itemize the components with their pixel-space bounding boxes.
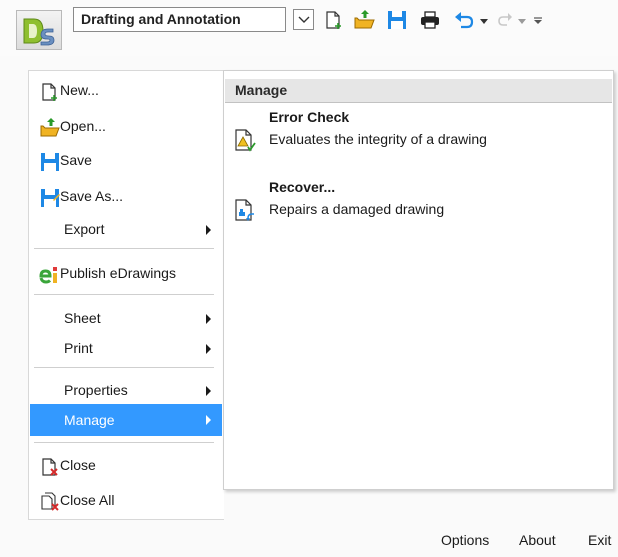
menu-label: Save — [60, 152, 92, 168]
new-document-icon — [326, 11, 341, 29]
customize-toolbar-icon — [534, 17, 542, 24]
menu-label: Properties — [64, 382, 128, 398]
workspace-dropdown[interactable]: Drafting and Annotation — [73, 7, 286, 32]
flyout-item-description: Evaluates the integrity of a drawing — [269, 131, 487, 147]
flyout-title: Manage — [235, 82, 288, 98]
chevron-down-icon — [298, 16, 310, 23]
menu-label: Sheet — [64, 310, 101, 326]
menu-item-open[interactable]: Open... — [30, 112, 222, 142]
menu-label: Print — [64, 340, 93, 356]
error-check-icon — [234, 129, 256, 153]
close-all-icon — [40, 492, 60, 512]
flyout-item-title: Recover... — [269, 179, 336, 195]
exit-button[interactable]: Exit — [588, 532, 611, 548]
flyout-item-error-check[interactable]: Error Check Evaluates the integrity of a… — [230, 109, 600, 163]
menu-label: Manage — [64, 412, 115, 428]
menu-item-close-all[interactable]: Close All — [30, 486, 222, 516]
caret-down-icon — [480, 19, 488, 24]
save-icon — [40, 152, 60, 172]
menu-label: New... — [60, 82, 99, 98]
menu-label: Export — [64, 221, 105, 237]
menu-item-manage[interactable]: Manage — [30, 404, 222, 436]
menu-item-save[interactable]: Save — [30, 146, 222, 176]
menu-item-new[interactable]: New... — [30, 76, 222, 106]
menu-separator — [34, 442, 214, 443]
qa-save-button[interactable] — [386, 9, 408, 31]
menu-label: Publish eDrawings — [60, 265, 176, 281]
redo-icon — [498, 13, 512, 26]
manage-flyout-panel: Manage Error Check Evaluates the integri… — [223, 70, 614, 490]
app-logo-icon — [23, 18, 55, 46]
undo-icon — [455, 12, 474, 29]
save-as-icon — [40, 188, 60, 208]
flyout-header: Manage — [225, 79, 612, 103]
menu-label: Open... — [60, 118, 106, 134]
about-button[interactable]: About — [519, 532, 556, 548]
submenu-arrow-icon — [206, 225, 211, 235]
menu-separator — [34, 367, 214, 368]
print-icon — [421, 11, 439, 29]
flyout-item-description: Repairs a damaged drawing — [269, 201, 445, 217]
menu-item-export[interactable]: Export — [30, 215, 222, 245]
submenu-arrow-icon — [206, 344, 211, 354]
app-menu-button[interactable] — [16, 10, 62, 50]
options-button[interactable]: Options — [441, 532, 489, 548]
flyout-item-title: Error Check — [269, 109, 350, 125]
submenu-arrow-icon — [206, 314, 211, 324]
menu-item-properties[interactable]: Properties — [30, 376, 222, 406]
menu-label: Close — [60, 457, 96, 473]
save-icon — [388, 11, 406, 29]
caret-down-icon — [518, 19, 526, 24]
new-document-icon — [40, 82, 60, 102]
qa-customize-button[interactable] — [531, 9, 553, 31]
menu-separator — [34, 294, 214, 295]
menu-separator — [34, 248, 214, 249]
menu-label: Close All — [60, 492, 115, 508]
recover-icon — [234, 199, 256, 223]
quick-access-toolbar: Drafting and Annotation — [0, 0, 618, 56]
qa-redo-button[interactable] — [495, 9, 517, 31]
submenu-arrow-icon — [206, 415, 211, 425]
menu-label: Save As... — [60, 188, 124, 204]
qa-new-button[interactable] — [323, 9, 345, 31]
qa-print-button[interactable] — [419, 9, 441, 31]
qa-open-button[interactable] — [353, 9, 375, 31]
submenu-arrow-icon — [206, 386, 211, 396]
workspace-value: Drafting and Annotation — [81, 11, 241, 27]
menu-item-print[interactable]: Print — [30, 334, 222, 364]
qa-undo-button[interactable] — [453, 9, 475, 31]
flyout-item-recover[interactable]: Recover... Repairs a damaged drawing — [230, 179, 600, 233]
edrawings-icon — [38, 265, 58, 285]
workspace-dropdown-toggle[interactable] — [293, 9, 314, 30]
open-folder-icon — [40, 118, 60, 138]
menu-item-save-as[interactable]: Save As... — [30, 182, 222, 212]
open-folder-icon — [354, 10, 375, 29]
close-document-icon — [40, 457, 60, 477]
menu-item-sheet[interactable]: Sheet — [30, 304, 222, 334]
menu-item-close[interactable]: Close — [30, 451, 222, 481]
menu-item-publish-edrawings[interactable]: Publish eDrawings — [30, 259, 222, 289]
